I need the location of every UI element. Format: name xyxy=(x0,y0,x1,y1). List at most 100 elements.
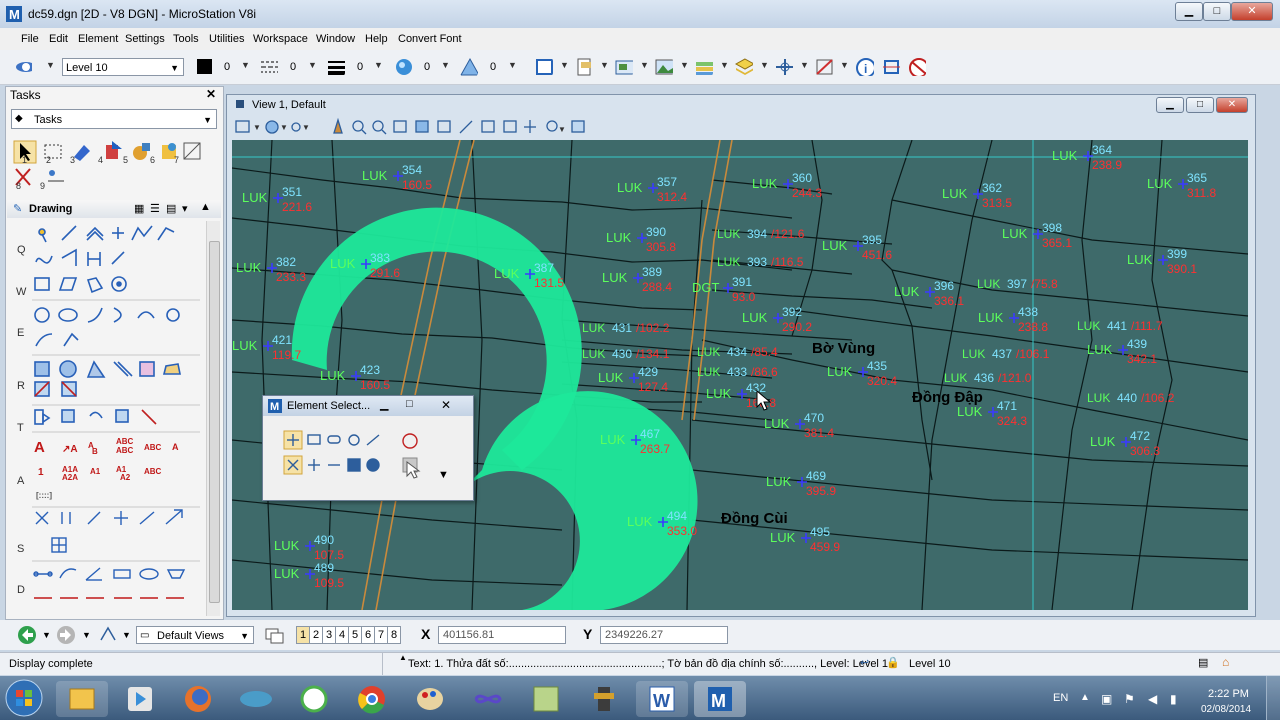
file-status-icon[interactable]: ▤ xyxy=(1198,656,1208,669)
chevron-down-icon[interactable]: ▼ xyxy=(241,60,250,70)
chevron-down-icon[interactable]: ▼ xyxy=(760,60,769,70)
menu-utilities[interactable]: Utilities xyxy=(209,33,244,45)
level-combo[interactable]: Level 10 ▼ xyxy=(62,58,184,76)
app-taskbar-icon[interactable] xyxy=(288,681,340,717)
view-1-button[interactable]: 1 xyxy=(296,626,310,644)
snaps-icon[interactable] xyxy=(775,58,793,76)
view-minimize-button[interactable]: ▁ xyxy=(1156,97,1184,113)
menu-help[interactable]: Help xyxy=(365,33,388,45)
network-icon[interactable]: ▣ xyxy=(1101,692,1112,706)
forward-arrow-icon[interactable] xyxy=(56,625,76,645)
image-icon[interactable] xyxy=(655,58,673,76)
design-canvas[interactable]: LUK 351 221.6 LUK 354 160.5 LUK 357 312.4 LUK 360 2… xyxy=(232,140,1248,610)
view-tool-icon[interactable] xyxy=(98,624,118,644)
chevron-down-icon[interactable]: ▼ xyxy=(508,60,517,70)
chrome-taskbar-icon[interactable] xyxy=(346,681,398,717)
tasks-dropdown[interactable]: ◆ Tasks ▼ xyxy=(11,109,217,129)
dialog-maximize-icon[interactable]: □ xyxy=(406,398,413,410)
tasks-scroll-thumb[interactable] xyxy=(209,241,220,603)
menu-file[interactable]: File xyxy=(21,33,39,45)
view-5-button[interactable]: 5 xyxy=(348,626,362,644)
menu-tools[interactable]: Tools xyxy=(173,33,199,45)
view-4-button[interactable]: 4 xyxy=(335,626,349,644)
chevron-down-icon[interactable]: ▼ xyxy=(122,630,131,640)
chevron-down-icon[interactable]: ▼ xyxy=(560,60,569,70)
chevron-down-icon[interactable]: ▼ xyxy=(82,630,91,640)
view-close-button[interactable]: ✕ xyxy=(1216,97,1248,113)
chevron-down-icon[interactable]: ▼ xyxy=(46,60,55,70)
view-groups-icon[interactable] xyxy=(264,625,286,645)
show-desktop-button[interactable] xyxy=(1266,676,1280,720)
chevron-down-icon[interactable]: ▼ xyxy=(680,60,689,70)
element-select-titlebar[interactable]: M Element Select... ▁ □ ✕ xyxy=(263,396,473,416)
volume-icon[interactable]: ◀ xyxy=(1148,692,1157,706)
clock-date[interactable]: 02/08/2014 xyxy=(1201,704,1251,715)
info-icon[interactable]: i xyxy=(856,58,874,76)
detail-view-icon[interactable]: ▤ xyxy=(166,202,176,215)
drawing-section-header[interactable]: ✎ Drawing ▦ ☰ ▤ ▾ ▲ xyxy=(7,200,221,218)
back-arrow-icon[interactable] xyxy=(17,625,37,645)
tasks-close-icon[interactable]: ✕ xyxy=(206,87,216,101)
more-icon[interactable]: ▾ xyxy=(182,202,188,215)
accudraw-icon[interactable] xyxy=(815,58,833,76)
firefox-taskbar-icon[interactable] xyxy=(172,681,224,717)
y-coordinate-field[interactable]: 2349226.27 xyxy=(600,626,728,644)
chevron-down-icon[interactable]: ▼ xyxy=(800,60,809,70)
menu-convert-font[interactable]: Convert Font xyxy=(398,33,462,45)
collapse-icon[interactable]: ▲ xyxy=(200,201,211,213)
level-manager-icon[interactable] xyxy=(695,58,713,76)
icon-view-icon[interactable]: ▦ xyxy=(134,202,144,215)
undo-icon[interactable]: ↩ xyxy=(860,656,869,669)
menu-window[interactable]: Window xyxy=(316,33,355,45)
menu-settings[interactable]: Settings xyxy=(125,33,165,45)
list-view-icon[interactable]: ☰ xyxy=(150,202,160,215)
minimize-button[interactable]: ▁ xyxy=(1175,2,1203,21)
raster-manager-icon[interactable] xyxy=(615,58,633,76)
view-attributes-icon[interactable] xyxy=(14,58,32,76)
view-maximize-button[interactable]: □ xyxy=(1186,97,1214,113)
measure-icon[interactable] xyxy=(882,58,900,76)
notes-taskbar-icon[interactable] xyxy=(520,681,572,717)
flag-icon[interactable]: ⚑ xyxy=(1124,692,1135,706)
dialog-close-icon[interactable]: ✕ xyxy=(441,398,451,412)
chevron-down-icon[interactable]: ▼ xyxy=(720,60,729,70)
priority-icon[interactable] xyxy=(460,58,478,76)
power-icon[interactable]: ▮ xyxy=(1170,692,1177,706)
home-icon[interactable]: ⌂ xyxy=(1222,655,1229,669)
views-combo[interactable]: ▭ Default Views ▼ xyxy=(136,626,254,644)
view-3-button[interactable]: 3 xyxy=(322,626,336,644)
chevron-down-icon[interactable]: ▼ xyxy=(42,630,51,640)
references-icon[interactable] xyxy=(575,58,593,76)
menu-workspace[interactable]: Workspace xyxy=(253,33,308,45)
selection-modes[interactable]: ▼ xyxy=(283,430,473,482)
microstation-taskbar-icon[interactable]: M xyxy=(694,681,746,717)
language-indicator[interactable]: EN xyxy=(1053,692,1068,704)
line-weight-icon[interactable] xyxy=(327,58,345,76)
clock-time[interactable]: 2:22 PM xyxy=(1208,688,1249,700)
dialog-minimize-icon[interactable]: ▁ xyxy=(380,398,388,411)
color-swatch-icon[interactable] xyxy=(197,59,212,74)
x-coordinate-field[interactable]: 401156.81 xyxy=(438,626,566,644)
chevron-down-icon[interactable]: ▼ xyxy=(441,60,450,70)
close-button[interactable]: ✕ xyxy=(1231,2,1273,21)
media-player-taskbar-icon[interactable] xyxy=(114,681,166,717)
level-display-icon[interactable] xyxy=(735,58,753,76)
transparency-icon[interactable] xyxy=(394,58,412,76)
app-taskbar-icon[interactable] xyxy=(578,681,630,717)
word-taskbar-icon[interactable]: W xyxy=(636,681,688,717)
line-style-icon[interactable] xyxy=(260,58,278,76)
view-2-button[interactable]: 2 xyxy=(309,626,323,644)
view-6-button[interactable]: 6 xyxy=(361,626,375,644)
view-8-button[interactable]: 8 xyxy=(387,626,401,644)
chevron-down-icon[interactable]: ▼ xyxy=(308,60,317,70)
menu-element[interactable]: Element xyxy=(78,33,118,45)
chevron-down-icon[interactable]: ▼ xyxy=(374,60,383,70)
view-menu-icon[interactable] xyxy=(236,100,244,108)
chevron-down-icon[interactable]: ▼ xyxy=(840,60,849,70)
maximize-button[interactable]: □ xyxy=(1203,2,1231,21)
view-7-button[interactable]: 7 xyxy=(374,626,388,644)
lock-icon[interactable]: 🔒 xyxy=(886,656,900,669)
delete-element-icon[interactable] xyxy=(908,58,926,76)
drawing-tools-grid[interactable]: A ↗A AB ABCABC ABC A 1 A1AA2A A1 A1A2 AB… xyxy=(32,222,200,617)
cadastral-map[interactable]: LUK 351221.6LUK 354160.5 LUK 357312.4LUK 3602… xyxy=(232,140,1248,610)
